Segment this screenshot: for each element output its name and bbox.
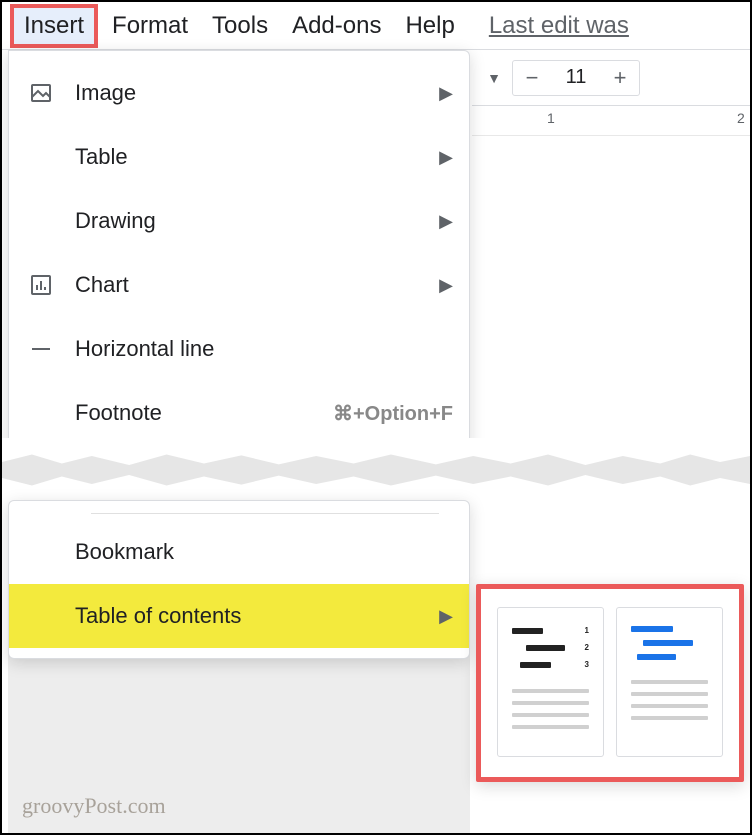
- insert-menu-dropdown-lower: Bookmark Table of contents ▶: [8, 500, 470, 659]
- menu-insert[interactable]: Insert: [10, 4, 98, 48]
- ruler-tick: 1: [547, 110, 555, 126]
- font-size-decrease[interactable]: −: [513, 61, 551, 95]
- submenu-arrow-icon: ▶: [439, 147, 453, 168]
- menu-item-label: Footnote: [75, 400, 315, 426]
- menu-tools[interactable]: Tools: [202, 6, 278, 46]
- menu-format[interactable]: Format: [102, 6, 198, 46]
- menu-item-label: Chart: [75, 272, 421, 298]
- menu-item-chart[interactable]: Chart ▶: [9, 253, 469, 317]
- menu-addons[interactable]: Add-ons: [282, 6, 391, 46]
- font-family-dropdown[interactable]: ▼: [482, 66, 506, 90]
- font-size-increase[interactable]: +: [601, 61, 639, 95]
- submenu-arrow-icon: ▶: [439, 275, 453, 296]
- toc-submenu: 1 2 3: [476, 584, 744, 782]
- insert-menu-dropdown: Image ▶ Table ▶ Drawing ▶ Chart ▶ Horizo…: [8, 50, 470, 458]
- toolbar: ▼ − 11 +: [472, 50, 750, 106]
- font-size-box: − 11 +: [512, 60, 640, 96]
- toc-style-blue-links[interactable]: [616, 607, 723, 757]
- menu-item-horizontal-line[interactable]: Horizontal line: [9, 317, 469, 381]
- chart-icon: [25, 273, 57, 297]
- menu-item-label: Horizontal line: [75, 336, 453, 362]
- menu-item-bookmark[interactable]: Bookmark: [9, 520, 469, 584]
- menu-item-label: Image: [75, 80, 421, 106]
- menu-item-drawing[interactable]: Drawing ▶: [9, 189, 469, 253]
- ruler: 1 2: [472, 106, 750, 136]
- last-edit-link[interactable]: Last edit was: [479, 6, 639, 46]
- menu-item-image[interactable]: Image ▶: [9, 61, 469, 125]
- menu-separator: [91, 513, 439, 514]
- menubar: Insert Format Tools Add-ons Help Last ed…: [2, 2, 750, 50]
- horizontal-line-icon: [25, 337, 57, 361]
- menu-item-label: Drawing: [75, 208, 421, 234]
- menu-item-label: Bookmark: [75, 539, 453, 565]
- submenu-arrow-icon: ▶: [439, 211, 453, 232]
- font-size-value[interactable]: 11: [551, 66, 601, 89]
- keyboard-shortcut: ⌘+Option+F: [333, 401, 453, 426]
- watermark: groovyPost.com: [22, 793, 166, 819]
- menu-item-table[interactable]: Table ▶: [9, 125, 469, 189]
- ruler-tick: 2: [737, 110, 745, 126]
- image-icon: [25, 81, 57, 105]
- menu-item-label: Table: [75, 144, 421, 170]
- menu-item-table-of-contents[interactable]: Table of contents ▶: [9, 584, 469, 648]
- menu-item-footnote[interactable]: Footnote ⌘+Option+F: [9, 381, 469, 445]
- menu-help[interactable]: Help: [395, 6, 464, 46]
- toc-style-with-page-numbers[interactable]: 1 2 3: [497, 607, 604, 757]
- submenu-arrow-icon: ▶: [439, 606, 453, 627]
- submenu-arrow-icon: ▶: [439, 83, 453, 104]
- torn-gap: [2, 440, 750, 500]
- menu-item-label: Table of contents: [75, 603, 421, 629]
